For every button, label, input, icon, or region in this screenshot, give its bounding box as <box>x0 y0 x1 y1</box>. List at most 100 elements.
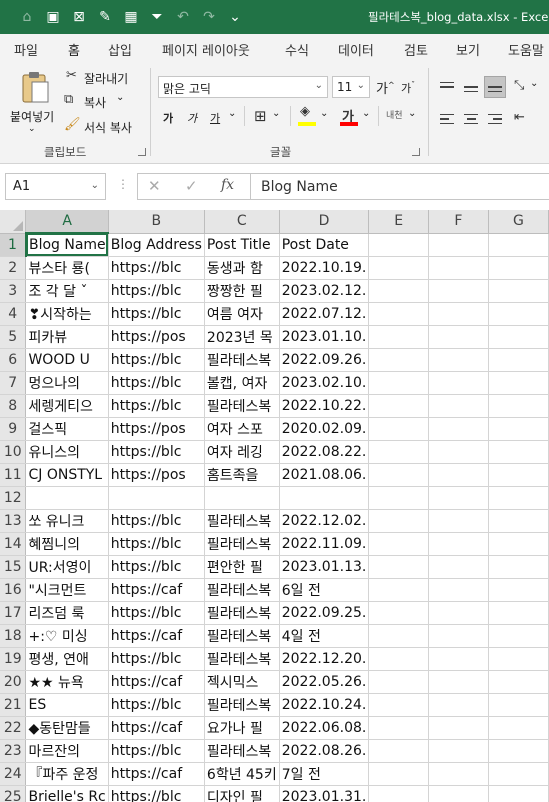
cell[interactable] <box>488 417 549 441</box>
cell[interactable] <box>428 486 489 510</box>
cell[interactable] <box>368 601 430 625</box>
column-header[interactable]: A <box>25 210 109 234</box>
cell[interactable] <box>368 647 430 671</box>
cell[interactable]: 2023.01.31. <box>279 785 370 802</box>
row-header[interactable]: 3 <box>0 279 27 303</box>
cell[interactable]: 2022.07.12. <box>279 302 370 326</box>
cell[interactable] <box>428 532 489 556</box>
cell[interactable]: Post Title <box>204 233 280 257</box>
row-header[interactable]: 14 <box>0 532 27 556</box>
chevron-down-icon[interactable]: ⌄ <box>320 108 328 119</box>
cell[interactable]: CJ ONSTYL <box>25 463 109 487</box>
cell[interactable]: 필라테스복 <box>204 693 280 717</box>
cell[interactable]: 젝시믹스 <box>204 670 280 694</box>
align-top-button[interactable] <box>436 76 458 98</box>
cell[interactable]: 2022.09.26. <box>279 348 370 372</box>
cell[interactable]: https://pos <box>108 463 205 487</box>
align-left-button[interactable] <box>436 108 458 130</box>
cell[interactable]: 마르잔의 <box>25 739 109 763</box>
cell[interactable] <box>428 739 489 763</box>
cell[interactable] <box>488 601 549 625</box>
cell[interactable] <box>428 371 489 395</box>
cell[interactable]: ★★ 뉴욕 <box>25 670 109 694</box>
cell[interactable] <box>488 325 549 349</box>
cell[interactable] <box>368 762 430 786</box>
cell[interactable]: 필라테스복 <box>204 532 280 556</box>
cell[interactable]: https://caf <box>108 670 205 694</box>
cell[interactable] <box>488 279 549 303</box>
cell[interactable]: 2022.09.25. <box>279 601 370 625</box>
cell[interactable] <box>488 463 549 487</box>
cell[interactable] <box>488 348 549 372</box>
row-header[interactable]: 19 <box>0 647 27 671</box>
cell[interactable]: WOOD U <box>25 348 109 372</box>
tab-review[interactable]: 검토 <box>404 40 428 59</box>
cell[interactable]: 리즈덤 룩 <box>25 601 109 625</box>
cell[interactable] <box>488 716 549 740</box>
indent-decrease-icon[interactable]: ⇤ <box>514 110 525 125</box>
tab-data[interactable]: 데이터 <box>338 40 374 59</box>
grow-font-button[interactable]: 가^ <box>376 78 395 97</box>
insert-function-icon[interactable]: fx <box>221 177 234 193</box>
cell[interactable]: 4일 전 <box>279 624 370 648</box>
cell[interactable]: Blog Name <box>25 233 109 257</box>
cell[interactable]: https://caf <box>108 762 205 786</box>
border-icon[interactable]: ⊞ <box>254 107 267 125</box>
cell[interactable]: https://caf <box>108 578 205 602</box>
row-header[interactable]: 17 <box>0 601 27 625</box>
cell[interactable]: 뷰스타 룡( <box>25 256 109 280</box>
customize-icon[interactable]: ⌄ <box>222 7 248 27</box>
paste-button[interactable]: 붙여넣기 ⌄ <box>8 68 58 138</box>
chevron-down-icon[interactable]: ⌄ <box>116 92 124 103</box>
cell[interactable] <box>428 762 489 786</box>
cell[interactable] <box>488 670 549 694</box>
cell[interactable]: 홈트족을 <box>204 463 280 487</box>
cell[interactable]: https://blc <box>108 693 205 717</box>
cell[interactable] <box>368 693 430 717</box>
cell[interactable]: 6학년 45키 <box>204 762 280 786</box>
cell[interactable]: "시크먼트 <box>25 578 109 602</box>
cell[interactable] <box>428 302 489 326</box>
cell[interactable]: 짱짱한 필 <box>204 279 280 303</box>
cell[interactable] <box>488 509 549 533</box>
cell[interactable] <box>368 785 430 802</box>
tab-home[interactable]: 홈 <box>68 40 80 65</box>
filter-icon[interactable]: ⏷ <box>144 7 170 27</box>
cell[interactable]: +:♡ 미싱 <box>25 624 109 648</box>
tab-file[interactable]: 파일 <box>14 40 38 59</box>
save-icon[interactable]: ▣ <box>40 7 66 27</box>
cell[interactable]: 필라테스복 <box>204 509 280 533</box>
cell[interactable] <box>368 279 430 303</box>
cell[interactable]: 2022.10.24. <box>279 693 370 717</box>
cell[interactable] <box>488 762 549 786</box>
delete-icon[interactable]: ⊠ <box>66 7 92 27</box>
row-header[interactable]: 20 <box>0 670 27 694</box>
cell[interactable]: 세렝게티으 <box>25 394 109 418</box>
cell[interactable] <box>428 693 489 717</box>
font-launcher[interactable] <box>412 148 420 156</box>
cell[interactable] <box>368 233 430 257</box>
font-size-combo[interactable]: 11 ⌄ <box>332 76 370 98</box>
tab-insert[interactable]: 삽입 <box>108 40 132 59</box>
chevron-down-icon[interactable]: ⌄ <box>530 78 538 89</box>
cell[interactable] <box>368 532 430 556</box>
phonetic-button[interactable]: 내천 <box>386 108 403 121</box>
tab-view[interactable]: 보기 <box>456 40 480 59</box>
cell[interactable] <box>368 463 430 487</box>
cell[interactable]: 필라테스복 <box>204 348 280 372</box>
cell[interactable]: 필라테스복 <box>204 624 280 648</box>
cell[interactable]: 유니스의 <box>25 440 109 464</box>
cell[interactable] <box>25 486 109 510</box>
cell[interactable]: 볼캡, 여자 <box>204 371 280 395</box>
row-header[interactable]: 16 <box>0 578 27 602</box>
cell[interactable] <box>204 486 280 510</box>
cell[interactable]: 2022.08.22. <box>279 440 370 464</box>
cell[interactable]: 2022.10.19. <box>279 256 370 280</box>
cell[interactable] <box>368 555 430 579</box>
shrink-font-button[interactable]: 가ˇ <box>401 80 415 96</box>
cell[interactable] <box>428 233 489 257</box>
cell[interactable]: https://caf <box>108 716 205 740</box>
cell[interactable] <box>488 693 549 717</box>
cell[interactable]: 필라테스복 <box>204 739 280 763</box>
align-bottom-button[interactable] <box>484 76 506 98</box>
